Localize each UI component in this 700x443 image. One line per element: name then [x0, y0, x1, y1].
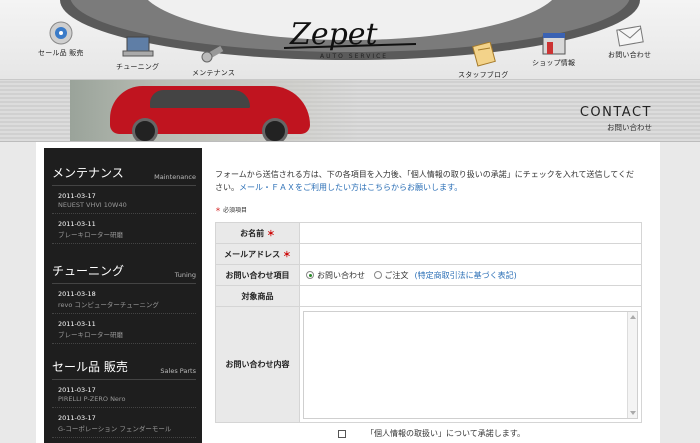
sidebar-post[interactable]: 2011-03-17 PIRELLI P-ZERO Nero	[52, 386, 196, 408]
site-header: セール品 販売 チューニング メンテナンス Zepet AUTO SERVICE…	[0, 0, 700, 80]
product-field[interactable]	[299, 285, 642, 307]
scroll-up-icon[interactable]	[630, 314, 636, 319]
commerce-law-link[interactable]: (特定商取引法に基づく表記)	[415, 271, 517, 280]
post-title[interactable]: PIRELLI P-ZERO Nero	[58, 395, 190, 403]
sidebar-section-sales: セール品 販売 Sales Parts 2011-03-17 PIRELLI P…	[52, 358, 196, 438]
name-label: お名前 ＊	[215, 222, 300, 244]
privacy-checkbox[interactable]	[338, 429, 346, 438]
post-title[interactable]: G-コーポレーション フェンダーモール	[58, 423, 190, 433]
message-cell	[299, 306, 642, 423]
sidebar-heading-en: Tuning	[174, 271, 196, 279]
name-field[interactable]	[299, 222, 642, 244]
required-note: ＊ 必須項目	[215, 205, 642, 214]
notepad-icon	[472, 42, 497, 67]
radio-order[interactable]	[373, 271, 382, 279]
inquiry-type-label: お問い合わせ項目	[215, 264, 300, 286]
sidebar-heading-jp: チューニング	[52, 264, 125, 278]
sidebar-heading-en: Maintenance	[154, 173, 196, 181]
radio-order-label[interactable]: ご注文	[385, 271, 409, 280]
sidebar-heading-en: Sales Parts	[160, 367, 196, 375]
nav-inquiry[interactable]: お問い合わせ	[608, 22, 651, 60]
sidebar-post[interactable]: 2011-03-11 ブレーキローター研磨	[52, 320, 196, 344]
post-date: 2011-03-11	[58, 220, 96, 228]
sidebar-heading: メンテナンス Maintenance	[52, 164, 196, 186]
envelope-icon	[615, 25, 644, 47]
laptop-icon	[122, 36, 154, 57]
page-banner: CONTACT お問い合わせ	[0, 80, 700, 142]
sidebar-post[interactable]: 2011-03-18 revo コンピューターチューニング	[52, 290, 196, 314]
nav-maintenance-label: メンテナンス	[192, 69, 236, 77]
required-note-text: 必須項目	[222, 207, 247, 214]
nav-sale[interactable]: セール品 販売	[38, 20, 84, 58]
post-date: 2011-03-11	[58, 320, 96, 328]
sidebar: メンテナンス Maintenance 2011-03-17 NEUEST VHV…	[44, 148, 202, 443]
radio-inquiry[interactable]	[306, 271, 314, 279]
sidebar-post[interactable]: 2011-03-17 NEUEST VHVI 10W40	[52, 192, 196, 214]
nav-shop-info-label: ショップ情報	[532, 59, 576, 67]
sidebar-heading: セール品 販売 Sales Parts	[52, 358, 196, 380]
contact-form: お名前 ＊ メールアドレス ＊ お問い合わせ項目 お問い合わせ ご注文 (特定商取…	[215, 222, 642, 423]
privacy-agreement: 「個人情報の取扱い」について承諾します。	[338, 428, 525, 439]
sidebar-heading-jp: セール品 販売	[52, 360, 128, 374]
post-title[interactable]: revo コンピューターチューニング	[58, 299, 190, 309]
nav-inquiry-label: お問い合わせ	[608, 51, 652, 59]
sidebar-post[interactable]: 2011-03-11 ブレーキローター研磨	[52, 220, 196, 244]
contact-content: フォームから送信される方は、下の各項目を入力後、「個人情報の取り扱いの承諾」にチ…	[215, 168, 642, 214]
product-label: 対象商品	[215, 285, 300, 307]
post-date: 2011-03-17	[58, 414, 96, 422]
radio-inquiry-label[interactable]: お問い合わせ	[317, 271, 365, 280]
scroll-down-icon[interactable]	[630, 410, 636, 415]
zepet-logo[interactable]: Zepet AUTO SERVICE	[280, 14, 420, 70]
nav-staff-blog-label: スタッフブログ	[458, 71, 509, 79]
post-date: 2011-03-17	[58, 386, 96, 394]
post-date: 2011-03-17	[58, 192, 96, 200]
intro-text: フォームから送信される方は、下の各項目を入力後、「個人情報の取り扱いの承諾」にチ…	[215, 168, 642, 194]
email-field[interactable]	[299, 243, 642, 265]
nav-tuning-label: チューニング	[116, 63, 160, 71]
post-title[interactable]: ブレーキローター研磨	[58, 329, 190, 339]
logo-subtext: AUTO SERVICE	[320, 53, 388, 60]
wrench-icon	[201, 45, 223, 63]
inquiry-type-group: お問い合わせ ご注文 (特定商取引法に基づく表記)	[299, 264, 642, 286]
message-textarea[interactable]	[303, 310, 638, 419]
nav-sale-label: セール品 販売	[38, 49, 84, 57]
sidebar-section-tuning: チューニング Tuning 2011-03-18 revo コンピューターチュー…	[52, 262, 196, 344]
nav-tuning[interactable]: チューニング	[116, 34, 159, 72]
post-title[interactable]: NEUEST VHVI 10W40	[58, 201, 190, 209]
sidebar-section-maintenance: メンテナンス Maintenance 2011-03-17 NEUEST VHV…	[52, 164, 196, 244]
nav-shop-info[interactable]: ショップ情報	[532, 30, 575, 68]
sidebar-heading-jp: メンテナンス	[52, 166, 124, 180]
nav-staff-blog[interactable]: スタッフブログ	[458, 42, 508, 80]
page-title: CONTACT	[579, 105, 652, 120]
post-title[interactable]: ブレーキローター研磨	[58, 229, 190, 239]
sidebar-heading: チューニング Tuning	[52, 262, 196, 284]
page-subtitle: お問い合わせ	[607, 123, 652, 132]
mail-fax-link[interactable]: メール・ＦＡＸをご利用したい方はこちらからお願いします。	[239, 183, 462, 192]
privacy-agreement-text[interactable]: 「個人情報の取扱い」について承諾します。	[366, 428, 525, 439]
email-label: メールアドレス ＊	[215, 243, 300, 265]
textarea-scrollbar[interactable]	[627, 311, 637, 418]
message-label: お問い合わせ内容	[215, 306, 300, 423]
sidebar-post[interactable]: 2011-03-17 G-コーポレーション フェンダーモール	[52, 414, 196, 438]
nav-maintenance[interactable]: メンテナンス	[192, 40, 235, 78]
disc-icon	[49, 21, 73, 45]
shop-icon	[542, 33, 566, 55]
post-date: 2011-03-18	[58, 290, 96, 298]
required-star: ＊	[215, 207, 222, 214]
